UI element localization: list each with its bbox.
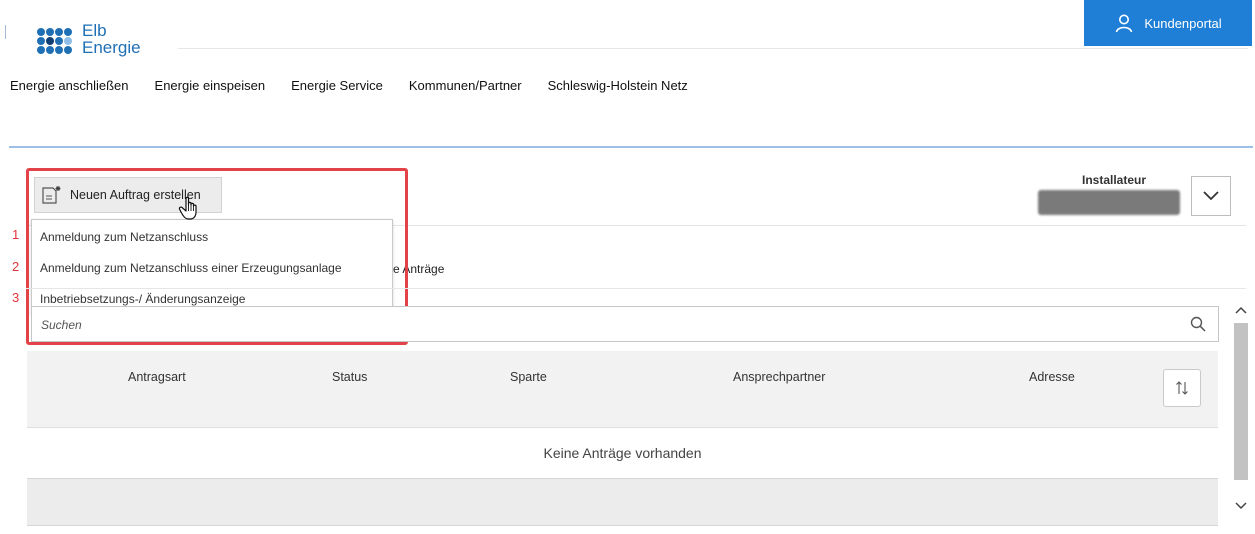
empty-table-message: Keine Anträge vorhanden [543,445,702,461]
nav-item-energie-einspeisen[interactable]: Energie einspeisen [155,78,266,93]
nav-item-energie-anschliessen[interactable]: Energie anschließen [10,78,129,93]
column-header-adresse[interactable]: Adresse [1029,370,1075,384]
table-footer [27,478,1218,526]
nav-item-schleswig-holstein-netz[interactable]: Schleswig-Holstein Netz [548,78,688,93]
nav-item-kommunen-partner[interactable]: Kommunen/Partner [409,78,522,93]
installer-dropdown-button[interactable] [1191,176,1231,216]
installer-label: Installateur [1082,173,1147,187]
scrollbar-thumb[interactable] [1234,323,1248,480]
scroll-down-arrow-icon[interactable] [1233,496,1249,514]
search-placeholder: Suchen [41,318,82,332]
window-edge-mark [5,25,6,39]
column-header-sparte[interactable]: Sparte [510,370,547,384]
column-header-antragsart[interactable]: Antragsart [128,370,186,384]
table-header: Antragsart Status Sparte Ansprechpartner… [27,351,1218,428]
nav-item-energie-service[interactable]: Energie Service [291,78,383,93]
sort-icon [1176,381,1188,395]
header-divider [178,48,1248,49]
scroll-up-arrow-icon[interactable] [1233,302,1249,320]
brand-text: Elb Energie [82,22,141,56]
search-field[interactable]: Suchen [31,306,1219,342]
column-header-status[interactable]: Status [332,370,367,384]
chevron-down-icon [1203,191,1219,201]
content-top-rule [9,146,1253,148]
kundenportal-label: Kundenportal [1144,15,1222,31]
search-icon[interactable] [1190,316,1206,332]
sort-button[interactable] [1163,369,1201,407]
elbenergie-logo-icon [37,28,72,54]
annotation-number-1: 1 [12,227,20,242]
installer-value-redacted [1038,190,1180,215]
brand-line-1: Elb [82,21,107,40]
kundenportal-button[interactable]: Kundenportal [1084,0,1252,46]
main-navigation: Energie anschließen Energie einspeisen E… [10,78,688,93]
brand-line-2: Energie [82,38,141,57]
annotation-number-2: 2 [12,259,20,274]
elbenergie-logo[interactable]: Elb Energie [36,22,176,64]
tab-bar-divider [26,288,1246,289]
user-icon [1116,14,1133,33]
annotation-number-3: 3 [12,290,20,305]
column-header-ansprechpartner[interactable]: Ansprechpartner [733,370,825,384]
